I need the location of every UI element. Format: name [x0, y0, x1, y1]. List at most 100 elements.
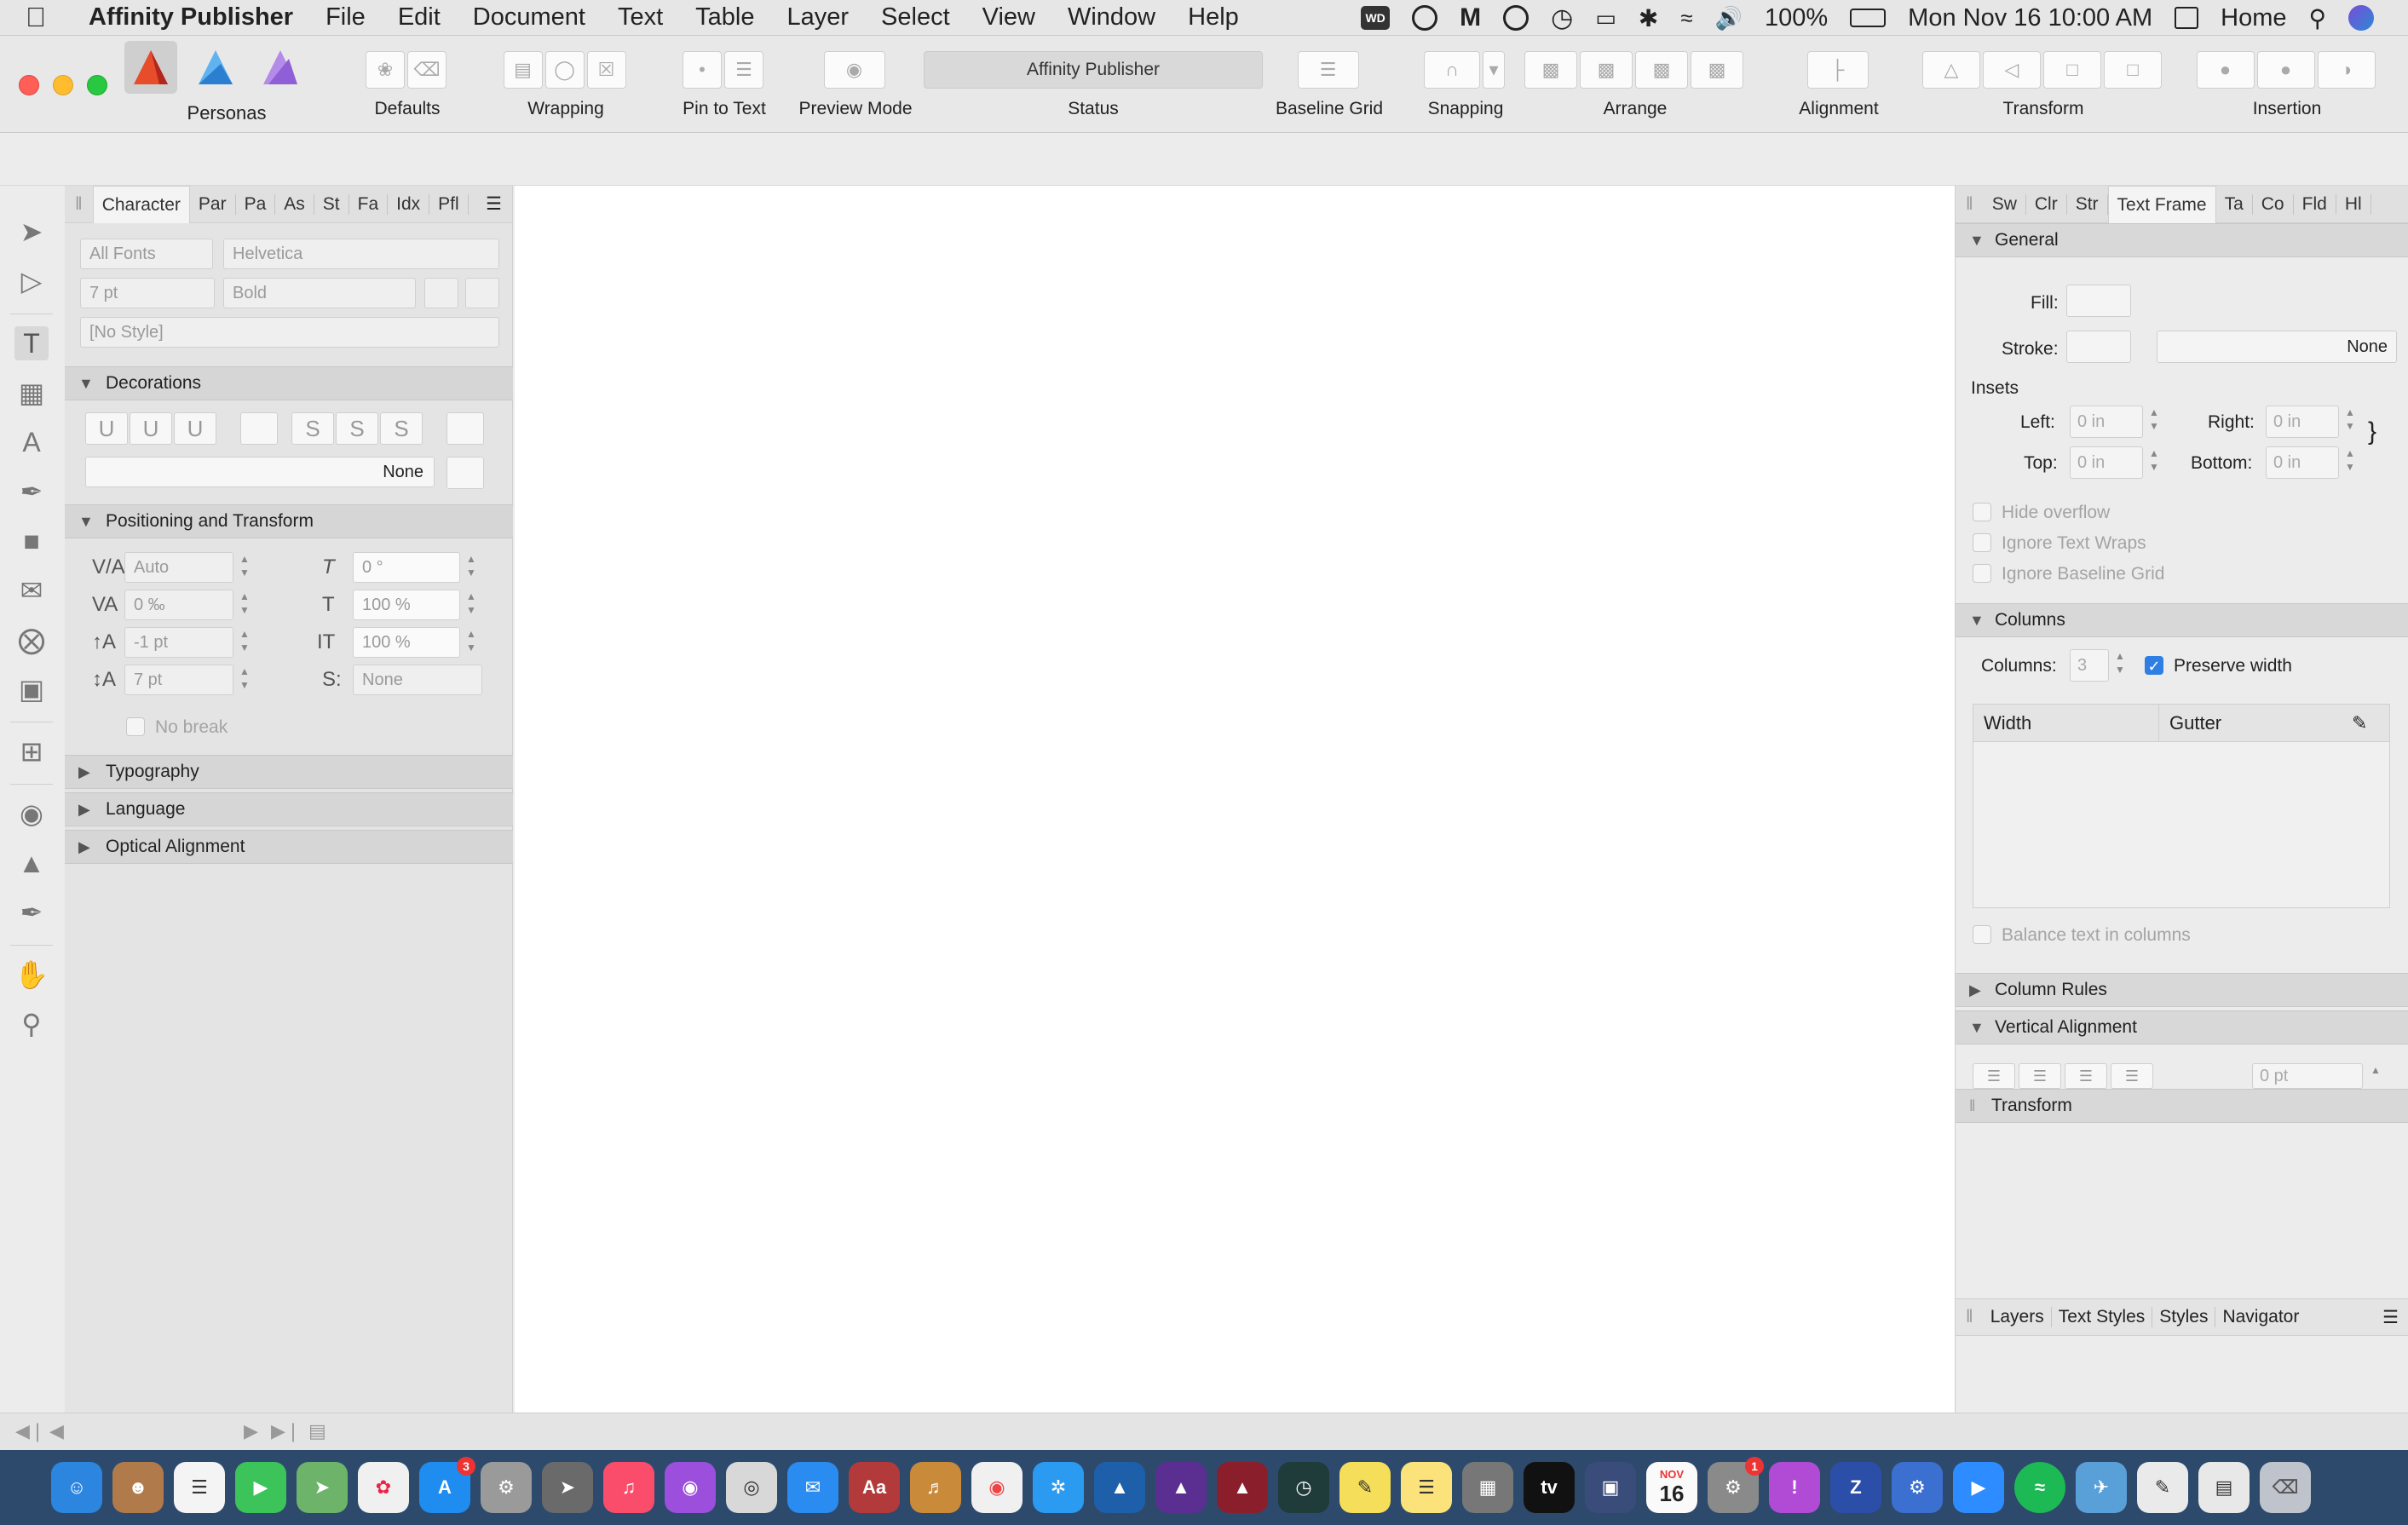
minimize-window-button[interactable]: [53, 75, 73, 95]
panel-menu-icon[interactable]: ☰: [475, 193, 512, 215]
siri-icon[interactable]: [2348, 5, 2374, 31]
display-utility-icon[interactable]: ▣: [1585, 1462, 1636, 1513]
inset-right-stepper[interactable]: ▲ ▼: [2342, 406, 2358, 436]
feedback-icon[interactable]: !: [1769, 1462, 1820, 1513]
horizontal-scale-field[interactable]: 100 %: [353, 590, 460, 620]
tab-fields[interactable]: Fld: [2294, 193, 2336, 215]
menu-view[interactable]: View: [982, 3, 1035, 32]
panel-menu-icon[interactable]: ☰: [2382, 1307, 2408, 1328]
insert-behind-icon[interactable]: ●: [2196, 51, 2255, 89]
rotate-left-icon[interactable]: □: [2043, 51, 2101, 89]
sync-icon[interactable]: [1412, 5, 1438, 31]
system-preferences-icon[interactable]: ⚙ 1: [1708, 1457, 1764, 1513]
fill-swatch[interactable]: [2066, 285, 2131, 317]
kerning-field[interactable]: Auto: [124, 552, 233, 583]
dictionary-icon[interactable]: Aa: [849, 1462, 900, 1513]
automation-gear-icon[interactable]: ⚙: [1892, 1462, 1943, 1513]
align-top-icon[interactable]: ☰: [1973, 1063, 2015, 1089]
apple-menu-icon[interactable]: : [26, 2, 70, 33]
zoom-app-icon[interactable]: ▶: [1953, 1462, 2004, 1513]
hide-overflow-checkbox[interactable]: [1973, 503, 1991, 521]
tab-paragraph[interactable]: Par: [190, 193, 236, 215]
ignore-text-wraps-checkbox[interactable]: [1973, 533, 1991, 552]
place-image-tool-icon[interactable]: ▣: [14, 672, 49, 706]
menu-help[interactable]: Help: [1188, 3, 1239, 32]
columns-count-stepper[interactable]: ▲ ▼: [2112, 649, 2128, 680]
xcode-instruments-icon[interactable]: ⚙: [481, 1462, 532, 1513]
tab-navigator[interactable]: Navigator: [2215, 1307, 2306, 1327]
affinity-photo-icon[interactable]: ▲: [1094, 1462, 1145, 1513]
insert-inside-icon[interactable]: ◑: [2317, 51, 2376, 89]
contacts-icon[interactable]: ☻: [112, 1462, 164, 1513]
double-underline-button[interactable]: U: [130, 412, 172, 445]
snapping-magnet-icon[interactable]: ∩: [1424, 51, 1480, 89]
preview-eye-icon[interactable]: ◉: [823, 51, 885, 89]
alignment-icon[interactable]: ├: [1806, 51, 1869, 89]
menu-text[interactable]: Text: [618, 3, 663, 32]
character-style-select[interactable]: [No Style]: [80, 317, 499, 348]
tab-swatches[interactable]: Sw: [1984, 193, 2026, 215]
music-icon[interactable]: ♫: [603, 1462, 654, 1513]
wrap-none-icon[interactable]: ☒: [586, 51, 626, 89]
flip-horizontal-icon[interactable]: △: [1922, 51, 1980, 89]
font-size-field[interactable]: 7 pt: [80, 278, 215, 308]
tab-ta[interactable]: Ta: [2216, 193, 2253, 215]
tab-text-frame[interactable]: Text Frame: [2107, 185, 2216, 223]
stickies-icon[interactable]: ✎: [1339, 1462, 1391, 1513]
leading-stepper[interactable]: ▲ ▼: [237, 665, 252, 695]
tab-character[interactable]: Character: [92, 185, 190, 223]
strikethrough-button[interactable]: S: [291, 412, 334, 445]
columns-count-field[interactable]: 3: [2070, 649, 2109, 682]
inset-bottom-stepper[interactable]: ▲ ▼: [2342, 446, 2358, 477]
baseline-shift-stepper[interactable]: ▲ ▼: [237, 627, 252, 658]
leading-field[interactable]: 7 pt: [124, 665, 233, 695]
ellipse-frame-tool-icon[interactable]: ⨂: [14, 623, 49, 657]
transparency-tool-icon[interactable]: ▲: [14, 846, 49, 880]
align-center-icon[interactable]: ☰: [2019, 1063, 2061, 1089]
wrap-settings-icon[interactable]: ▤: [503, 51, 543, 89]
hand-tool-icon[interactable]: ✋: [14, 958, 49, 992]
volume-icon[interactable]: 🔊: [1715, 5, 1743, 32]
inset-top-stepper[interactable]: ▲ ▼: [2146, 446, 2162, 477]
decoration-color-button[interactable]: [446, 457, 484, 489]
strikethrough-color-button[interactable]: [446, 412, 484, 445]
crop-tool-icon[interactable]: ⊞: [14, 734, 49, 768]
html-document-icon[interactable]: ▤: [2198, 1462, 2250, 1513]
horizontal-scale-stepper[interactable]: ▲ ▼: [464, 590, 479, 620]
tab-pa[interactable]: Pa: [236, 193, 276, 215]
tab-layers[interactable]: Layers: [1984, 1307, 2052, 1327]
time-machine-dock-icon[interactable]: ◷: [1278, 1462, 1329, 1513]
zoom-tool-icon[interactable]: ⚲: [14, 1007, 49, 1041]
disk-utility-pro-icon[interactable]: ◎: [726, 1462, 777, 1513]
general-section-header[interactable]: ▼ General: [1956, 223, 2408, 257]
skew-stepper[interactable]: ▲ ▼: [464, 552, 479, 583]
arrange-forward-icon[interactable]: ▩: [1635, 51, 1688, 89]
flip-vertical-icon[interactable]: ◁: [1983, 51, 2041, 89]
vertical-scale-stepper[interactable]: ▲ ▼: [464, 627, 479, 658]
typography-section-header[interactable]: ▶ Typography: [65, 755, 513, 789]
arrange-backward-icon[interactable]: ▩: [1580, 51, 1633, 89]
font-collection-select[interactable]: All Fonts: [80, 239, 213, 269]
tab-stock[interactable]: St: [314, 193, 349, 215]
kerning-stepper[interactable]: ▲ ▼: [237, 552, 252, 583]
first-page-icon[interactable]: ◀❘: [15, 1420, 45, 1442]
transform-panel-header[interactable]: ‖ Transform: [1956, 1089, 2408, 1123]
affinity-publisher-icon[interactable]: ▲: [1217, 1462, 1268, 1513]
tab-text-styles[interactable]: Text Styles: [2052, 1307, 2153, 1327]
last-page-icon[interactable]: ▶❘: [271, 1420, 301, 1442]
vertical-alignment-section-header[interactable]: ▼ Vertical Alignment: [1956, 1010, 2408, 1044]
node-tool-icon[interactable]: ▷: [14, 264, 49, 298]
align-justify-icon[interactable]: ☰: [2111, 1063, 2153, 1089]
preserve-width-checkbox[interactable]: ✓: [2145, 656, 2163, 675]
stroke-swatch[interactable]: [2066, 331, 2131, 363]
spotify-icon[interactable]: ≈: [2014, 1462, 2065, 1513]
underline-color-button[interactable]: [240, 412, 278, 445]
no-break-checkbox[interactable]: [126, 717, 145, 736]
menu-document[interactable]: Document: [473, 3, 585, 32]
keyboard-input-icon[interactable]: [2175, 7, 2199, 29]
accessibility-icon[interactable]: [1503, 5, 1529, 31]
notes-icon[interactable]: ☰: [1401, 1462, 1452, 1513]
designer-persona-icon[interactable]: [254, 41, 307, 94]
messages-icon[interactable]: ✉: [787, 1462, 838, 1513]
previous-page-icon[interactable]: ◀: [49, 1420, 64, 1442]
